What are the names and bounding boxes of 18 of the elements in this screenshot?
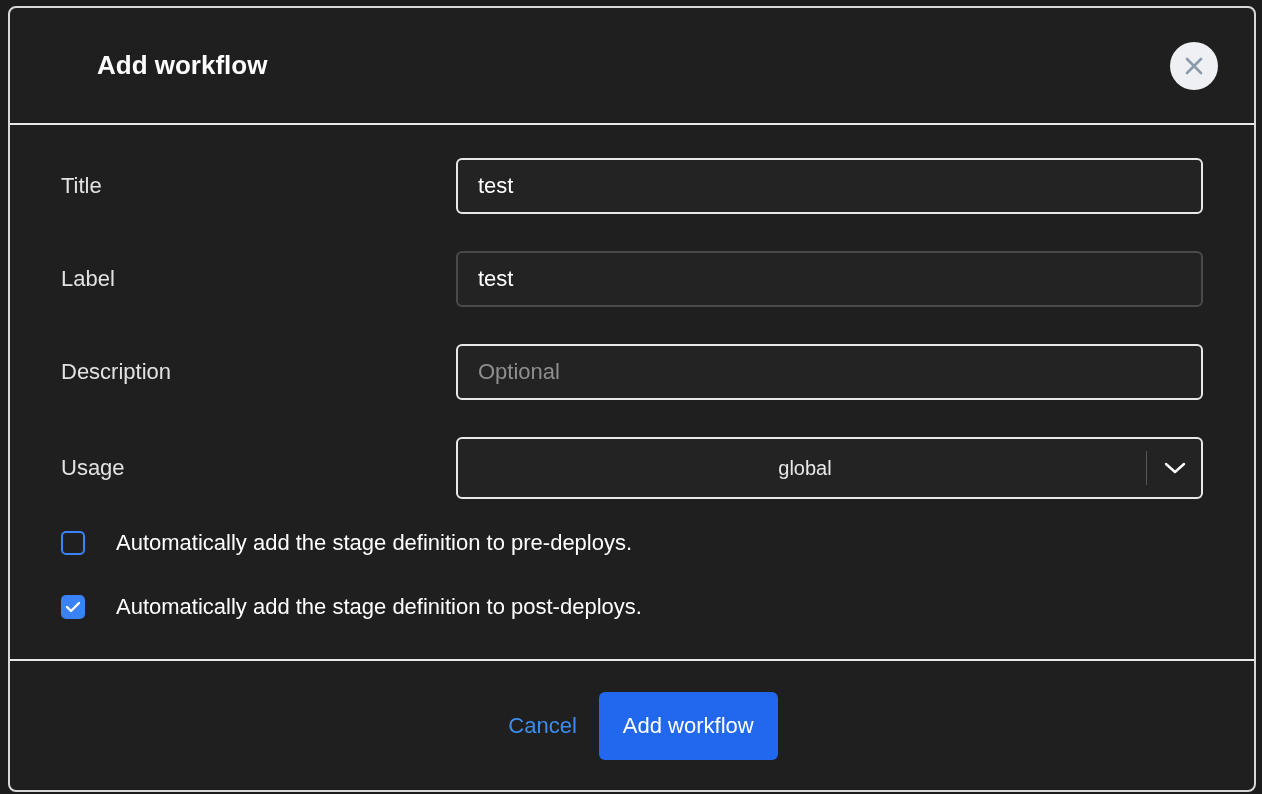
checkbox-label: Automatically add the stage definition to pre-deploys. (116, 530, 633, 556)
field-label: Description (61, 359, 173, 385)
checkbox[interactable] (61, 531, 85, 555)
chevron-down-icon (1163, 461, 1187, 475)
input-field[interactable]: Optional (456, 344, 1203, 400)
input-field[interactable]: test (456, 158, 1203, 214)
add-button[interactable]: Add workflow (598, 691, 778, 760)
field-label: Usage (61, 455, 126, 481)
checkbox-label: Automatically add the stage definition to post-deploys. (116, 594, 642, 620)
close-button[interactable] (1170, 41, 1218, 90)
input-field[interactable]: test (456, 251, 1203, 307)
cancel-link[interactable]: Cancel (508, 708, 577, 743)
checkbox[interactable] (61, 595, 85, 619)
field-label: Label (61, 266, 116, 292)
dialog-title: Add workflow (97, 50, 268, 81)
select-field[interactable]: global (456, 437, 1203, 499)
checkmark-icon (65, 601, 81, 613)
field-label: Title (61, 173, 103, 199)
